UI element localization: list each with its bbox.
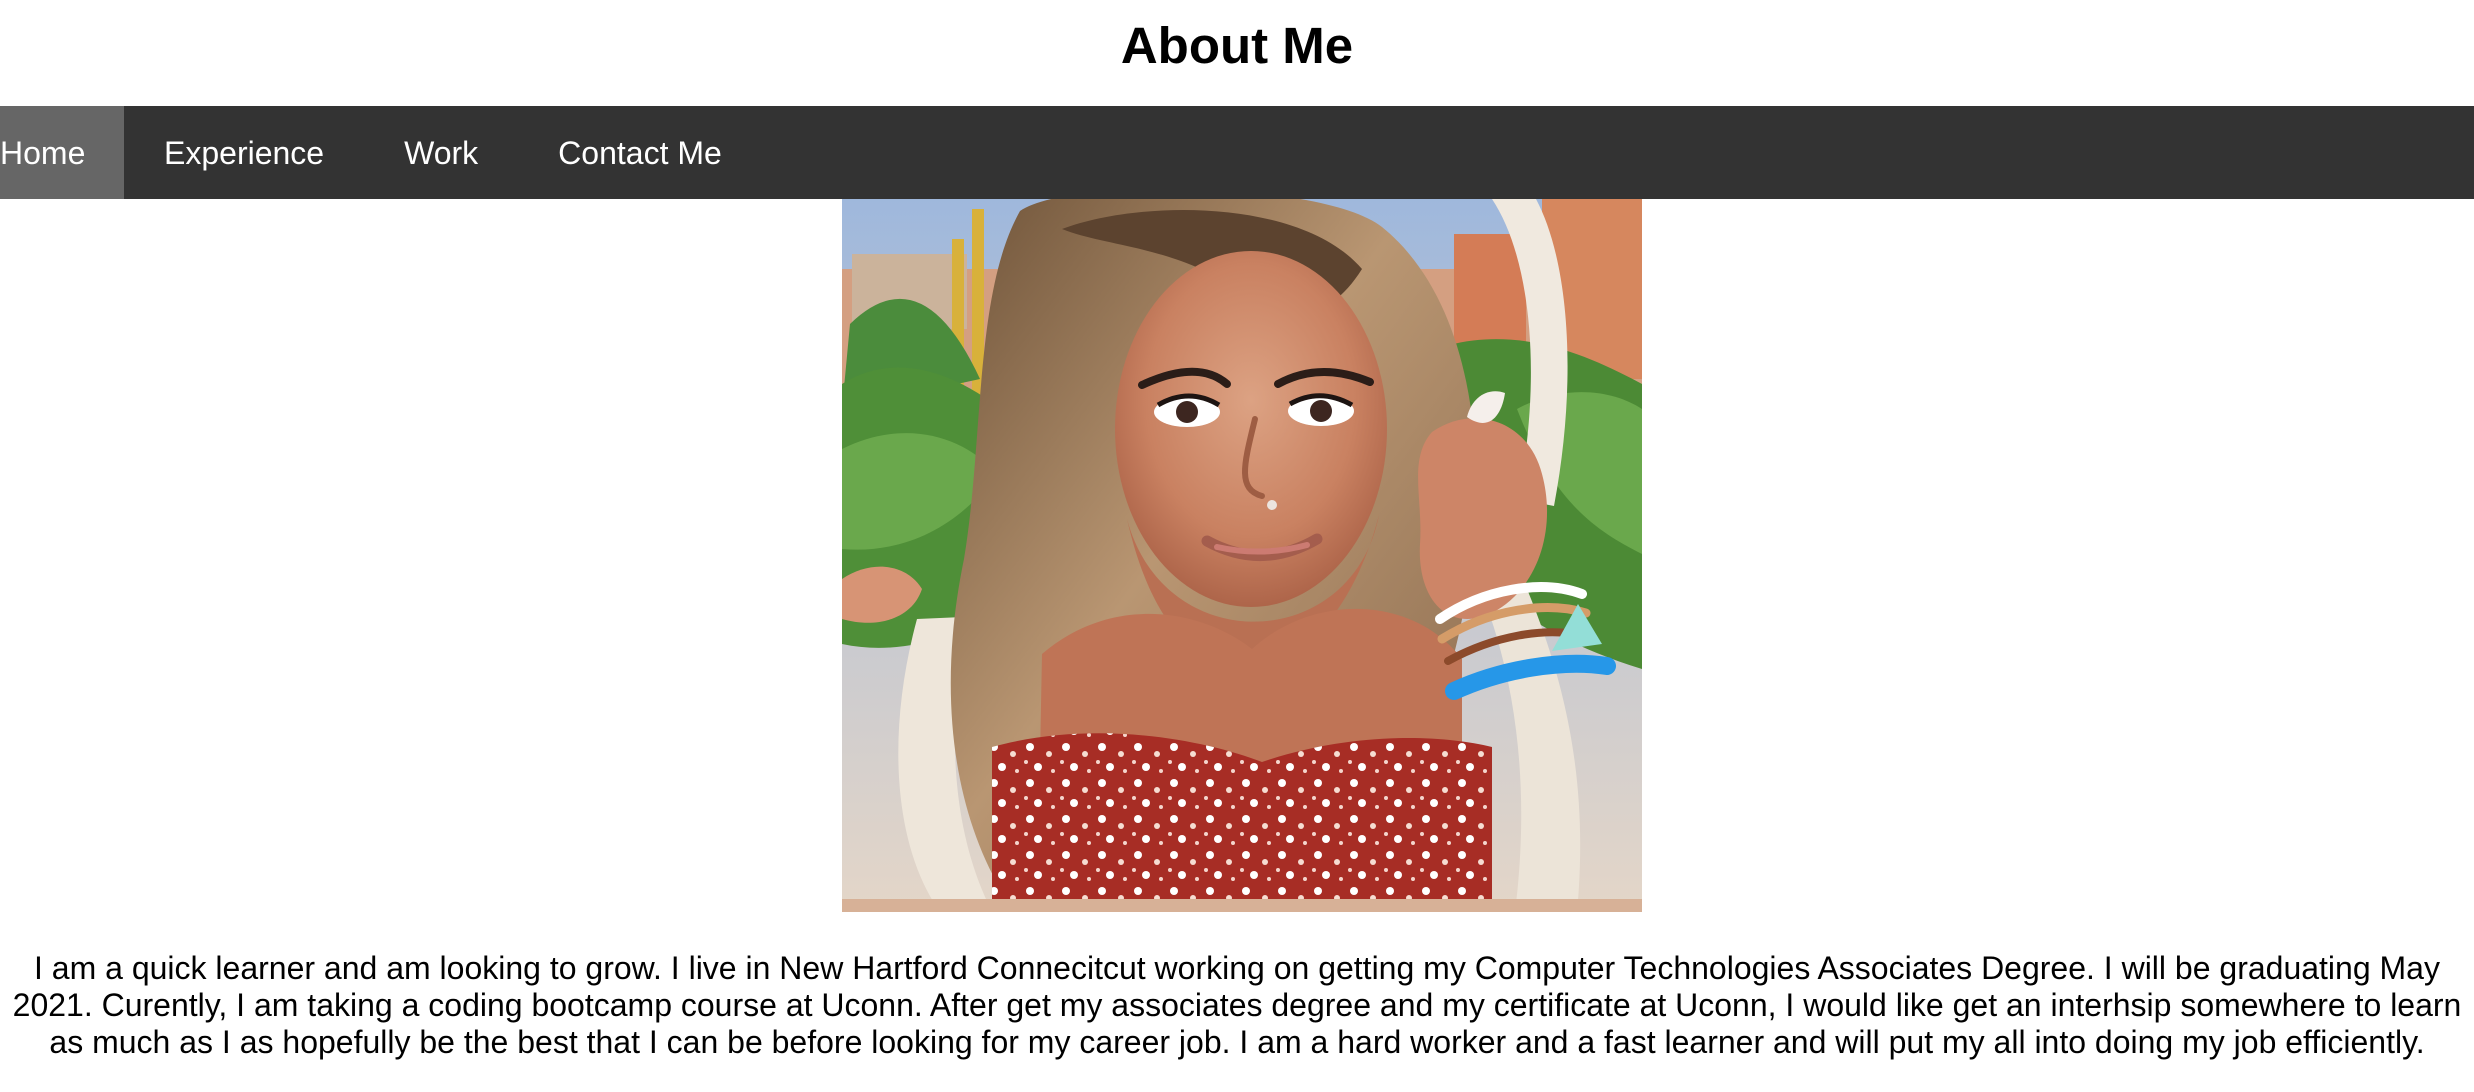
nav-home-link[interactable]: Home [0,106,124,199]
nav-contact-me-link[interactable]: Contact Me [518,106,762,199]
nav-work-link[interactable]: Work [364,106,518,199]
page-title: About Me [1120,17,1354,74]
profile-photo [842,199,1642,912]
top-navigation: Home Experience Work Contact Me [0,106,2474,199]
profile-photo-illustration [842,199,1642,912]
about-bio-paragraph: I am a quick learner and am looking to g… [12,950,2462,1060]
nav-experience-link[interactable]: Experience [124,106,364,199]
about-page: About Me Home Experience Work Contact Me [0,0,2474,1092]
